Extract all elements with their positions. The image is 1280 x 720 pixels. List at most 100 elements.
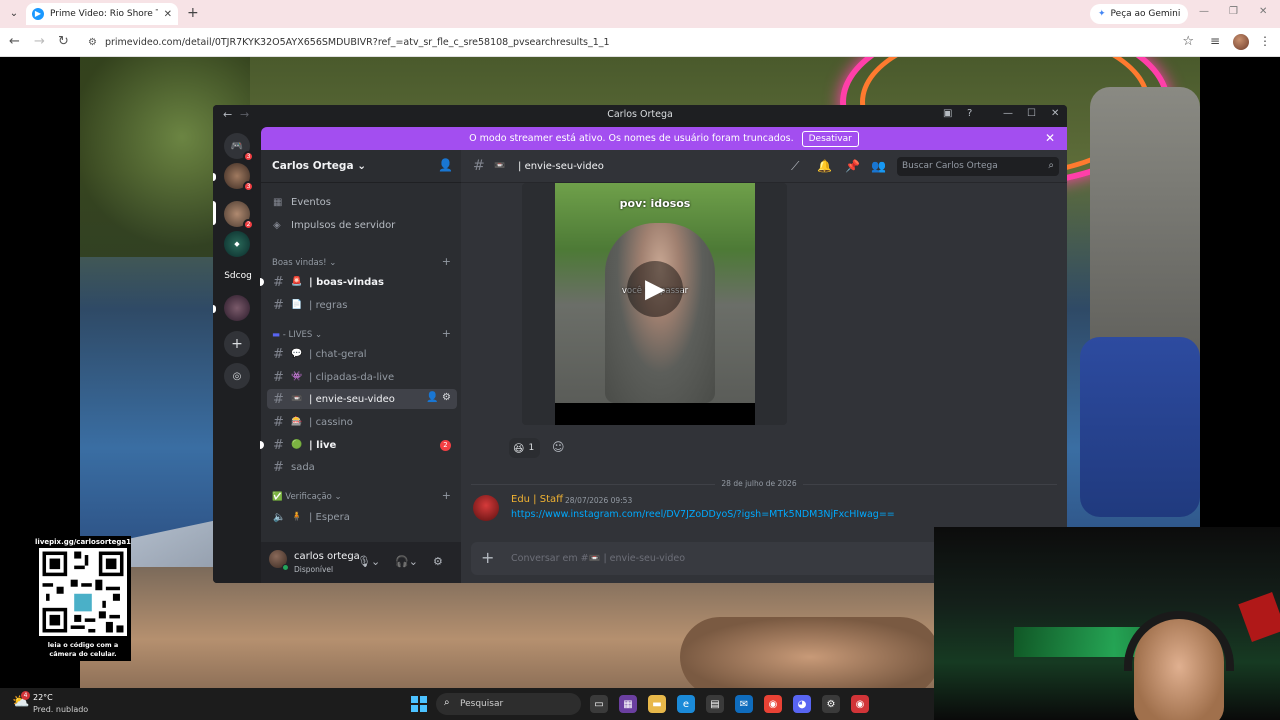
help-icon[interactable]: ?: [967, 108, 972, 119]
channel-emoji: 🧍: [291, 512, 303, 522]
new-tab-button[interactable]: +: [187, 5, 199, 21]
category-verify[interactable]: ✅ Verificação ⌄: [272, 492, 342, 502]
add-channel-icon[interactable]: +: [442, 327, 451, 340]
message-author[interactable]: Edu | Staff: [511, 494, 563, 505]
add-channel-icon[interactable]: +: [442, 255, 451, 268]
discord-home-icon[interactable]: 🎮 3: [224, 133, 254, 162]
channel-boas-vindas[interactable]: # 🚨 | boas-vindas: [267, 272, 457, 292]
discord-minimize-icon[interactable]: —: [1003, 108, 1013, 119]
hash-icon: #: [273, 414, 284, 430]
dm-badge: 3: [243, 151, 254, 162]
feet-shape: [680, 617, 940, 688]
chrome-menu-icon[interactable]: ⋮: [1259, 34, 1271, 48]
qr-url: livepix.gg/carlosortega1: [35, 538, 131, 546]
reading-list-icon[interactable]: ≡: [1210, 34, 1220, 48]
close-window-icon[interactable]: ✕: [1259, 6, 1267, 17]
weather-desc: Pred. nublado: [33, 705, 89, 714]
mention-badge: 2: [440, 440, 451, 451]
server-avatar-1[interactable]: 3: [224, 163, 254, 192]
message-avatar[interactable]: [473, 495, 499, 521]
steam-icon[interactable]: ⚙: [822, 695, 840, 713]
microphone-icon[interactable]: 🎙⌄: [357, 555, 380, 568]
store-app-icon[interactable]: ▦: [619, 695, 637, 713]
forward-icon[interactable]: →: [34, 34, 45, 49]
server-avatar-3[interactable]: ◆: [224, 231, 250, 257]
invite-icon[interactable]: 👤: [438, 158, 453, 172]
server-list: 🎮 3 3 2 ◆ Sdcog + ◎: [213, 125, 261, 583]
tab-search-icon[interactable]: ⌄: [6, 6, 22, 22]
gemini-button[interactable]: ✦ Peça ao Gemini: [1090, 4, 1189, 24]
streamer-mode-banner: O modo streamer está ativo. Os nomes de …: [261, 127, 1067, 150]
chrome-profile-icon[interactable]: ◉: [851, 695, 869, 713]
play-icon[interactable]: ▶: [627, 261, 683, 317]
discord-taskbar-icon[interactable]: ◕: [793, 695, 811, 713]
channel-envie-seu-video[interactable]: # 📼 | envie-seu-video 👤 ⚙: [267, 389, 457, 409]
close-tab-icon[interactable]: ✕: [164, 9, 172, 20]
inbox-icon[interactable]: ▣: [943, 108, 952, 119]
category-lives[interactable]: ▬ - LIVES ⌄: [272, 330, 322, 340]
minimize-icon[interactable]: —: [1199, 6, 1209, 17]
message-timestamp: 28/07/2026 09:53: [565, 496, 633, 505]
pin-icon[interactable]: 📌: [845, 159, 860, 173]
site-info-icon[interactable]: ⚙: [88, 37, 97, 48]
channel-chat-geral[interactable]: # 💬 | chat-geral: [267, 344, 457, 364]
channel-settings-icon[interactable]: 👤 ⚙: [426, 392, 451, 403]
chat-header: # 📼 | envie-seu-video ⟋ 🔔 📌 👥 Buscar Car…: [461, 150, 1067, 183]
server-avatar-4[interactable]: [224, 295, 250, 321]
banner-close-icon[interactable]: ✕: [1045, 131, 1055, 145]
chrome-icon[interactable]: ◉: [764, 695, 782, 713]
browser-tab[interactable]: ▶ Prime Video: Rio Shore Tempor ✕: [26, 3, 178, 25]
disable-streamer-button[interactable]: Desativar: [801, 130, 859, 147]
channel-live[interactable]: # 🟢 | live 2: [267, 435, 457, 455]
reaction-chip[interactable]: 😆 1: [509, 438, 540, 458]
add-channel-icon[interactable]: +: [442, 489, 451, 502]
members-icon[interactable]: 👥: [871, 159, 886, 173]
hash-icon: #: [473, 158, 485, 174]
channel-emoji: 📼: [291, 394, 303, 404]
channel-cassino[interactable]: # 🎰 | cassino: [267, 412, 457, 432]
headphones-icon[interactable]: 🎧⌄: [395, 555, 418, 568]
channel-sada[interactable]: # sada: [267, 457, 457, 477]
channel-clipadas-da-live[interactable]: # 👾 | clipadas-da-live: [267, 367, 457, 387]
server-folder-label[interactable]: Sdcog: [223, 271, 253, 281]
server-header[interactable]: Carlos Ortega ⌄ 👤: [261, 150, 461, 183]
events-item[interactable]: ▦ Eventos: [267, 192, 457, 212]
browser-toolbar: ← → ↻ ⚙ primevideo.com/detail/0TJR7KYK32…: [0, 28, 1280, 57]
explore-icon[interactable]: ◎: [224, 363, 250, 389]
notifications-bell-icon[interactable]: 🔔: [817, 159, 832, 173]
channel-regras[interactable]: # 📄 | regras: [267, 295, 457, 315]
reload-icon[interactable]: ↻: [58, 34, 69, 49]
server-avatar-2[interactable]: 2: [224, 201, 254, 230]
maximize-icon[interactable]: ❐: [1229, 6, 1238, 17]
message-link[interactable]: https://www.instagram.com/reel/DV7JZoDDy…: [511, 509, 895, 520]
profile-avatar[interactable]: [1233, 34, 1249, 50]
add-reaction-icon[interactable]: ☺: [552, 440, 565, 454]
bookmark-star-icon[interactable]: ☆: [1182, 34, 1194, 49]
attach-plus-icon[interactable]: +: [481, 548, 494, 567]
back-icon[interactable]: ←: [9, 34, 20, 49]
edge-icon[interactable]: e: [677, 695, 695, 713]
calculator-icon[interactable]: ▤: [706, 695, 724, 713]
mail-icon[interactable]: ✉: [735, 695, 753, 713]
user-settings-icon[interactable]: ⚙: [433, 555, 443, 568]
address-bar[interactable]: ⚙ primevideo.com/detail/0TJR7KYK32O5AYX6…: [80, 32, 1200, 53]
category-welcome[interactable]: Boas vindas! ⌄: [272, 258, 336, 268]
add-server-icon[interactable]: +: [224, 331, 250, 357]
voice-channel-espera[interactable]: 🔈 🧍 | Espera: [267, 507, 457, 527]
threads-icon[interactable]: ⟋: [791, 159, 799, 174]
channel-emoji: 📼: [494, 161, 506, 171]
search-input[interactable]: Buscar Carlos Ortega ⌕: [897, 157, 1059, 176]
boosts-item[interactable]: ◈ Impulsos de servidor: [267, 215, 457, 235]
video-embed[interactable]: pov: idosos você vai passar ▶: [522, 183, 787, 425]
file-explorer-icon[interactable]: ▬: [648, 695, 666, 713]
taskbar-search[interactable]: ⌕ Pesquisar: [436, 693, 581, 715]
video-caption: pov: idosos: [619, 197, 691, 210]
prime-video-favicon-icon: ▶: [32, 8, 44, 20]
task-view-icon[interactable]: ▭: [590, 695, 608, 713]
discord-close-icon[interactable]: ✕: [1051, 108, 1059, 119]
hash-icon: #: [273, 346, 284, 362]
calendar-icon: ▦: [273, 196, 283, 208]
discord-maximize-icon[interactable]: ☐: [1027, 108, 1036, 119]
search-icon: ⌕: [1048, 160, 1054, 171]
start-button-icon[interactable]: [411, 696, 427, 712]
